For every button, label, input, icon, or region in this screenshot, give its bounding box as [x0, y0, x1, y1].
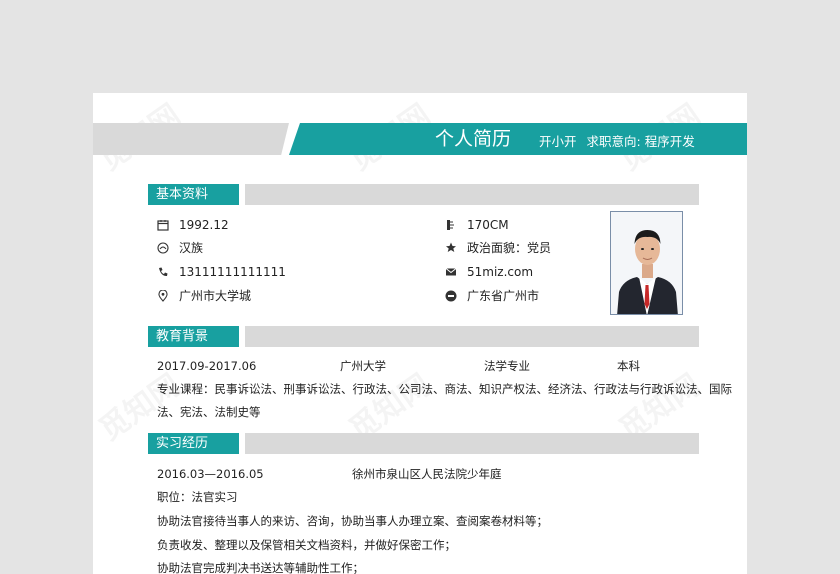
intern-position: 职位：法官实习: [157, 490, 238, 504]
intern-org: 徐州市泉山区人民法院少年庭: [352, 467, 502, 481]
ethnicity-icon: [157, 242, 169, 254]
edu-courses-line2: 法、宪法、法制史等: [157, 405, 261, 419]
birth-value: 1992.12: [179, 218, 229, 232]
section-divider-bar: [245, 184, 699, 205]
hometown-icon: [445, 290, 457, 302]
intern-duty: 协助法官完成判决书送达等辅助性工作；: [157, 561, 364, 574]
phone-icon: [157, 266, 169, 278]
ruler-icon: [445, 219, 457, 231]
resume-page: 觅知网 觅知网 觅知网 觅知网 觅知网 觅知网 个人简历 开小开求职意向: 程序…: [93, 93, 747, 574]
height-value: 170CM: [467, 218, 509, 232]
section-divider-bar: [245, 326, 699, 347]
phone-value: 13111111111111: [179, 265, 286, 279]
politics-item: 政治面貌：党员: [445, 240, 551, 256]
header-subtitle: 开小开 求职意向: 程序开发: [539, 133, 705, 151]
candidate-name: 开小开: [539, 134, 577, 149]
height-item: 170CM: [445, 217, 509, 233]
intern-duty: 负责收发、整理以及保管相关文档资料，并做好保密工作；: [157, 538, 456, 552]
politics-value: 政治面貌：党员: [467, 241, 552, 255]
location-pin-icon: [157, 290, 169, 302]
resume-title: 个人简历: [435, 128, 512, 150]
job-objective: 求职意向: 程序开发: [586, 134, 695, 149]
birth-item: 1992.12: [157, 217, 229, 233]
section-divider-bar: [245, 433, 699, 454]
email-item: 51miz.com: [445, 264, 533, 280]
calendar-icon: [157, 219, 169, 231]
edu-school: 广州大学: [340, 359, 386, 373]
edu-period: 2017.09-2017.06: [157, 359, 257, 373]
email-value: 51miz.com: [467, 265, 534, 279]
section-basic-label: 基本资料: [148, 184, 239, 205]
edu-courses-line1: 专业课程：民事诉讼法、刑事诉讼法、行政法、公司法、商法、知识产权法、经济法、行政…: [157, 382, 732, 396]
edu-degree: 本科: [617, 359, 640, 373]
ethnicity-value: 汉族: [179, 241, 204, 255]
address-value: 广州市大学城: [179, 289, 252, 303]
intern-period: 2016.03—2016.05: [157, 467, 264, 481]
edu-major: 法学专业: [484, 359, 530, 373]
header-gray-band: [93, 123, 289, 155]
profile-photo: [610, 211, 683, 315]
section-internship-label: 实习经历: [148, 433, 239, 454]
star-badge-icon: [445, 242, 457, 254]
ethnicity-item: 汉族: [157, 240, 203, 256]
section-education-label: 教育背景: [148, 326, 239, 347]
section-internship-header: 实习经历: [148, 433, 699, 454]
native-place-item: 广东省广州市: [445, 288, 539, 304]
native-place-value: 广东省广州市: [467, 289, 540, 303]
section-basic-header: 基本资料: [148, 184, 699, 205]
mail-icon: [445, 266, 457, 278]
intern-duty: 协助法官接待当事人的来访、咨询，协助当事人办理立案、查阅案卷材料等；: [157, 514, 548, 528]
section-education-header: 教育背景: [148, 326, 699, 347]
phone-item: 13111111111111: [157, 264, 286, 280]
address-item: 广州市大学城: [157, 288, 251, 304]
